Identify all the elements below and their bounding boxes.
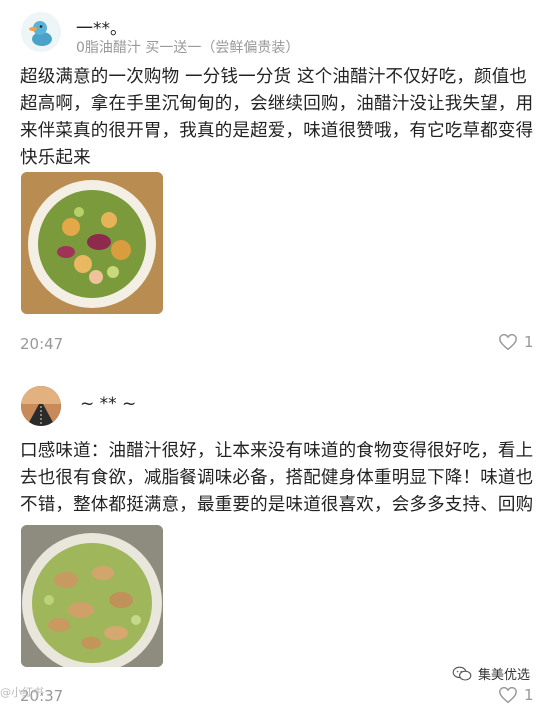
like-button[interactable]: 1: [498, 686, 534, 704]
review-time: 20:47: [20, 335, 64, 353]
brand-name: 集美优选: [478, 668, 531, 683]
wechat-icon: [452, 666, 472, 681]
review-text: 超级满意的一次购物 一分钱一分货 这个油醋汁不仅好吃，颜值也超高啊，拿在手里沉甸…: [20, 67, 534, 168]
heart-icon: [499, 686, 517, 704]
product-variant: 0脂油醋汁 买一送一（尝鲜偏贵装）: [76, 40, 300, 56]
like-count: 1: [524, 333, 534, 351]
like-button[interactable]: 1: [498, 333, 534, 351]
heart-icon: [499, 333, 517, 351]
review-text: 口感味道：油醋汁很好，让本来没有味道的食物变得很好吃，看上去也很有食欲，减脂餐调…: [20, 441, 534, 515]
review-photo[interactable]: [21, 172, 163, 314]
salad-photo-icon: [21, 172, 163, 314]
avatar[interactable]: [21, 386, 61, 426]
road-avatar-icon: [21, 386, 61, 426]
platform-watermark: @小红书: [0, 686, 44, 699]
like-count: 1: [524, 686, 534, 704]
duck-icon: [21, 12, 61, 52]
avatar[interactable]: [21, 12, 61, 52]
brand-watermark: 集美优选: [452, 664, 530, 683]
username[interactable]: 一**。: [76, 14, 127, 39]
review-photo[interactable]: [21, 525, 163, 667]
username[interactable]: ~ ** ~: [80, 394, 136, 414]
chicken-salad-photo-icon: [21, 525, 163, 667]
